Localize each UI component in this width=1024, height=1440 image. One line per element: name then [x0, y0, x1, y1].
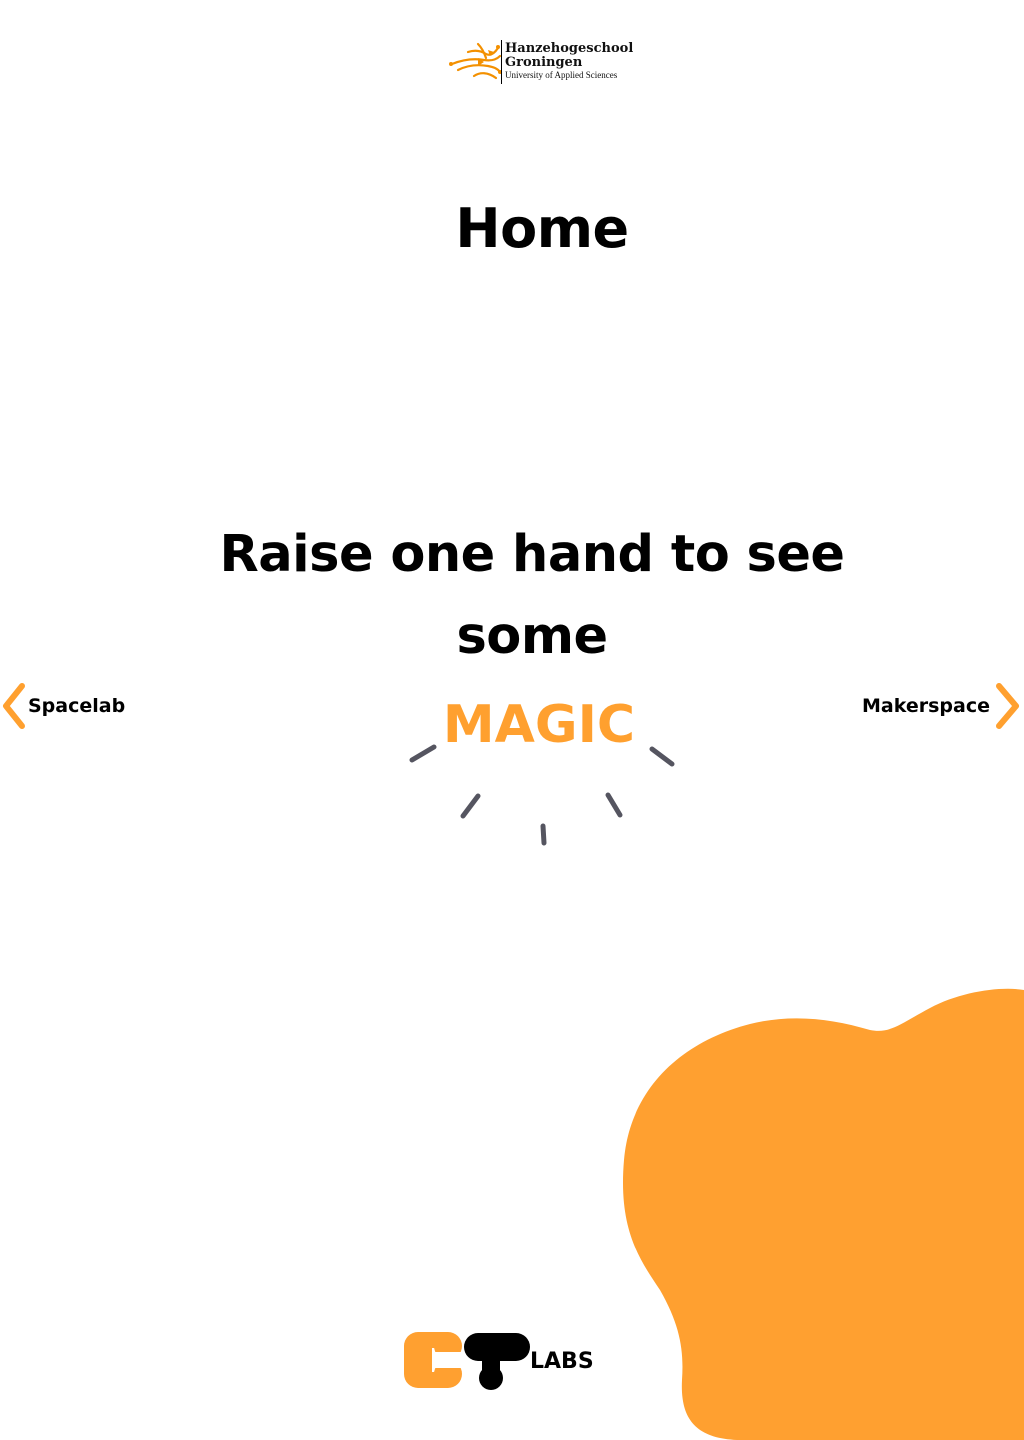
hanze-emblem-icon: [449, 42, 502, 80]
ray: [409, 744, 437, 763]
nav-next-label: Makerspace: [862, 695, 990, 717]
ct-labs-text: LABS: [530, 1349, 594, 1374]
ray: [460, 793, 481, 819]
hanze-logo: Hanzehogeschool Groningen University of …: [448, 36, 633, 88]
orange-blob-decoration: [623, 988, 1024, 1440]
ray: [605, 792, 623, 818]
gesture-prompt: Raise one hand to see some: [219, 525, 845, 666]
ray: [540, 823, 547, 846]
nav-next-makerspace[interactable]: Makerspace: [862, 680, 1024, 732]
logo-subtitle: University of Applied Sciences: [505, 70, 618, 80]
nav-previous-label: Spacelab: [28, 695, 126, 717]
ray: [649, 746, 675, 767]
nav-previous-spacelab[interactable]: Spacelab: [0, 680, 125, 732]
logo-divider: [501, 40, 502, 84]
chevron-left-icon: [3, 683, 25, 729]
ct-labs-logo: LABS: [400, 1328, 600, 1394]
logo-name-line2: Groningen: [505, 55, 583, 70]
chevron-right-icon: [996, 683, 1019, 729]
page-title: Home: [455, 197, 629, 260]
burst-rays-icon: [409, 744, 675, 846]
ct-logo-mark: [404, 1332, 530, 1390]
logo-name-line1: Hanzehogeschool: [505, 41, 634, 56]
